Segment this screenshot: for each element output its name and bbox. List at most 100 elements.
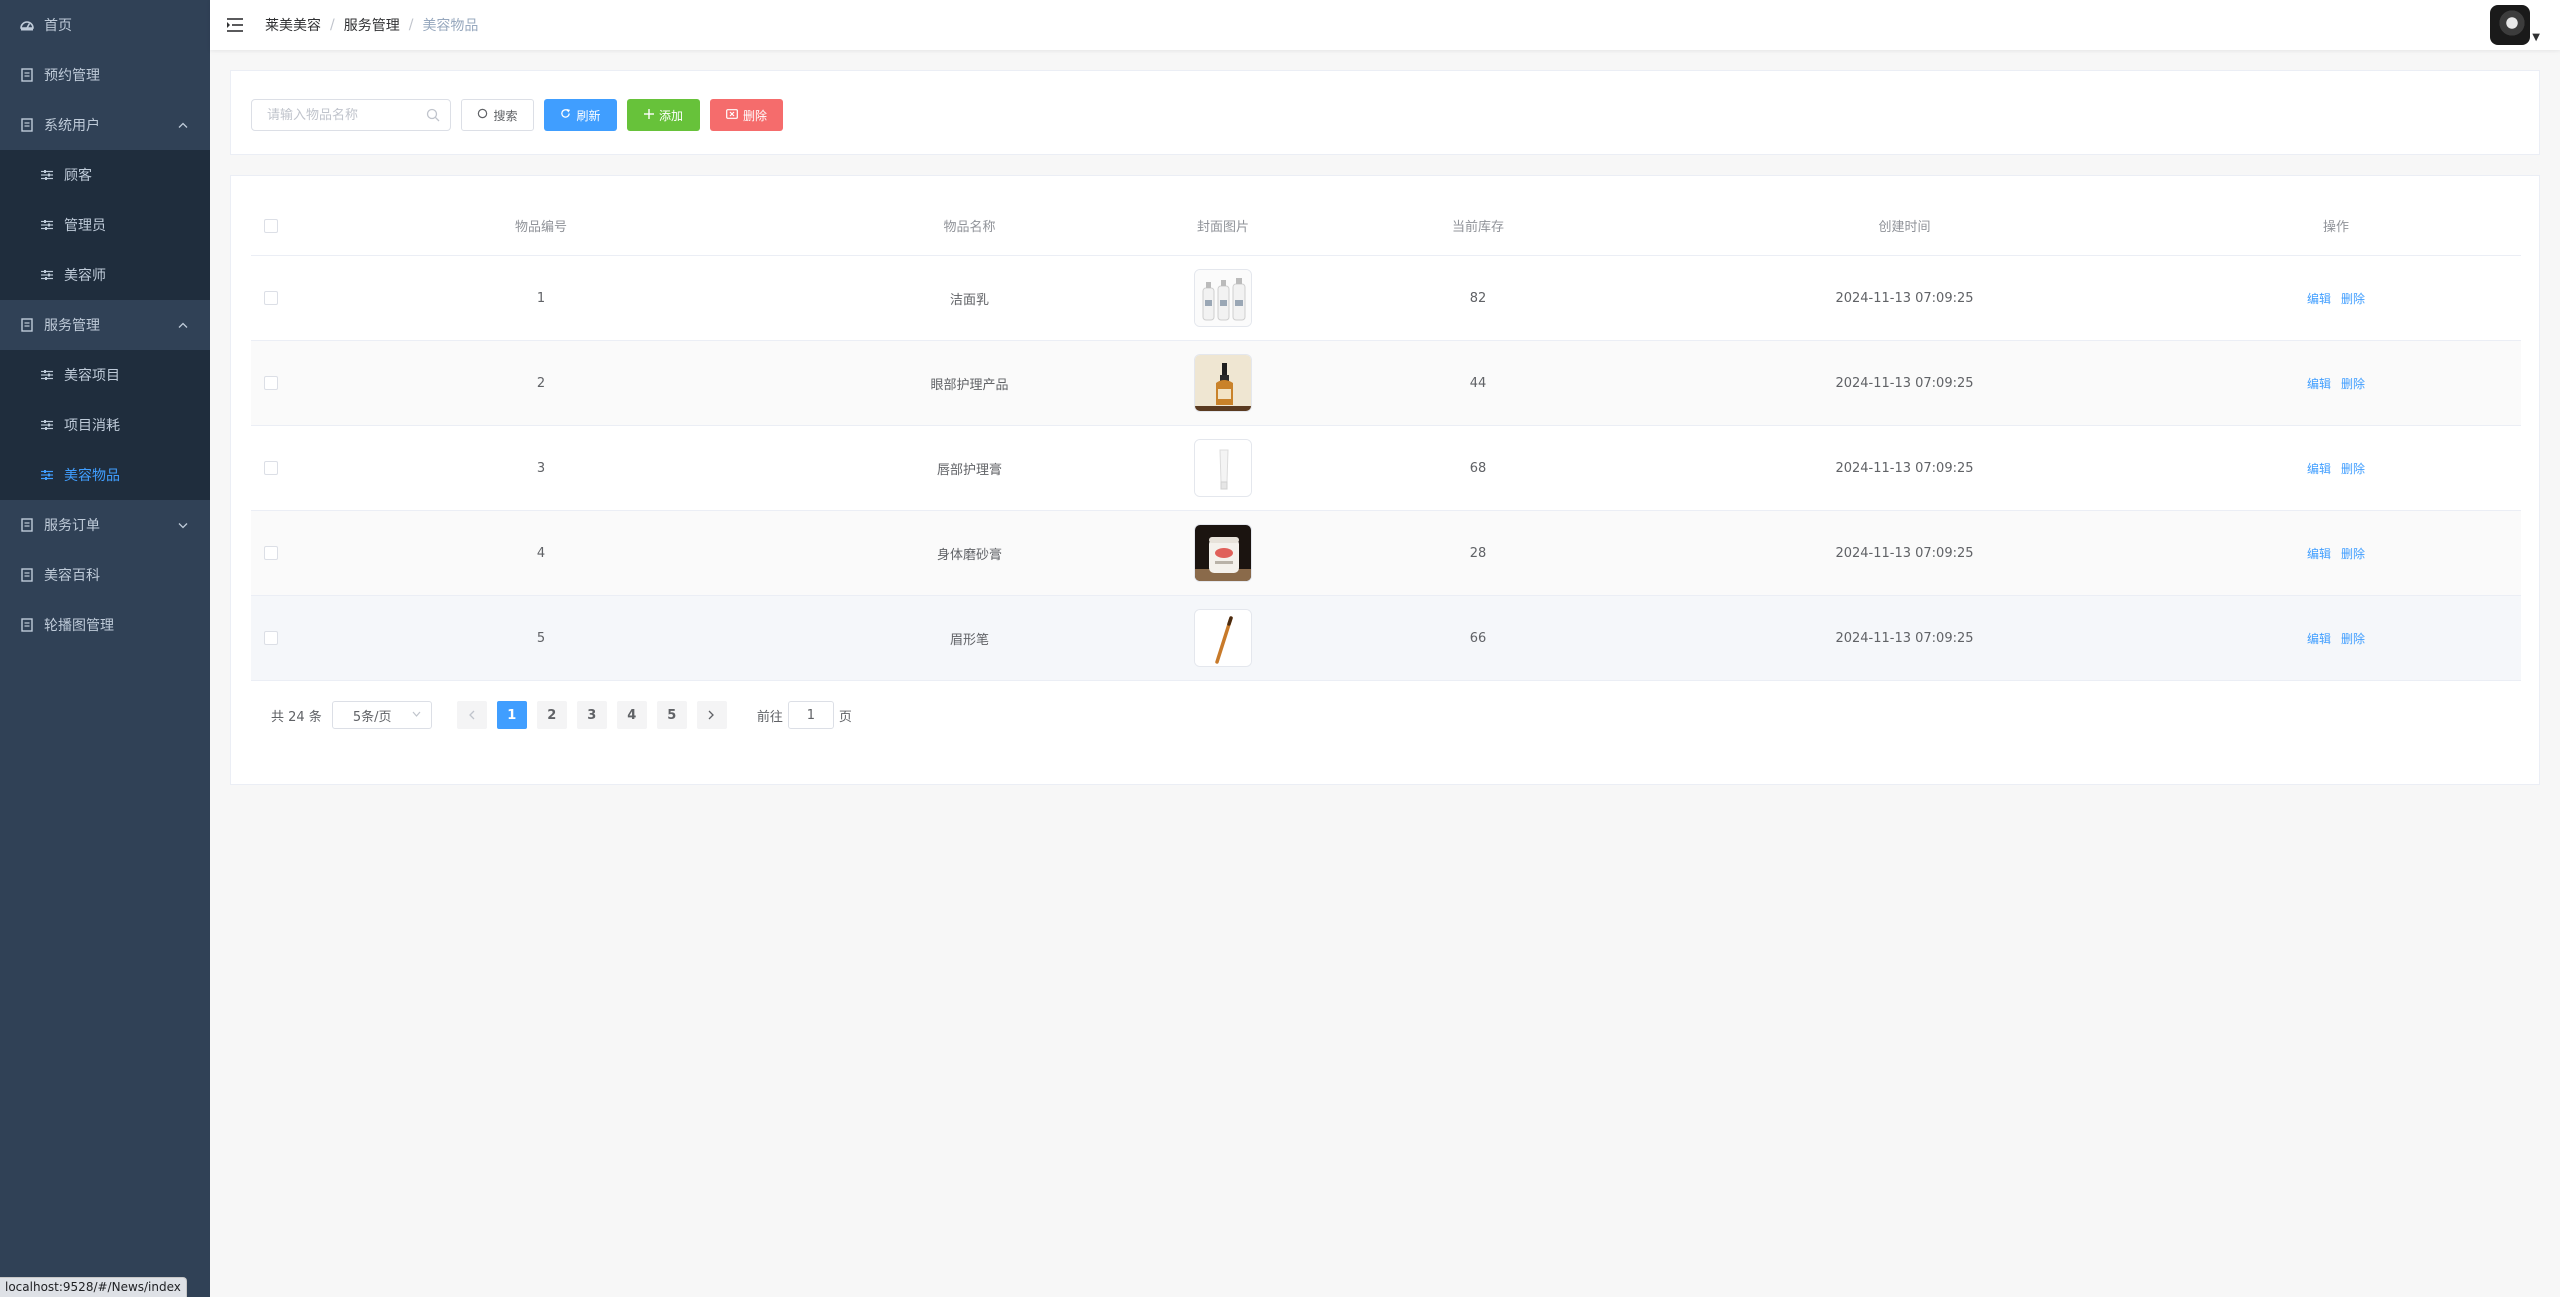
- row-checkbox[interactable]: [264, 546, 278, 560]
- sidebar-item-label: 美容项目: [64, 368, 120, 384]
- sidebar-item-system-users[interactable]: 系统用户: [0, 100, 210, 150]
- delete-button[interactable]: 删除: [2341, 290, 2365, 307]
- cover-image[interactable]: [1194, 269, 1252, 327]
- sidebar-item-label: 美容师: [64, 268, 106, 284]
- cell-created: 2024-11-13 07:09:25: [1835, 290, 1974, 306]
- edit-button[interactable]: 编辑: [2307, 630, 2331, 647]
- sidebar-item-carousel[interactable]: 轮播图管理: [0, 600, 210, 650]
- cell-name: 眼部护理产品: [930, 377, 1009, 393]
- select-all-checkbox[interactable]: [264, 218, 278, 233]
- delete-button[interactable]: 删除: [2341, 375, 2365, 392]
- main-content: 莱美美容 / 服务管理 / 美容物品 ▼ 搜索: [210, 0, 2560, 1297]
- row-checkbox-cell: [251, 596, 291, 680]
- cell-image: [1148, 256, 1298, 340]
- next-page-button[interactable]: [696, 701, 727, 729]
- submenu-service-management: 美容项目 项目消耗 美容物品: [0, 350, 210, 500]
- sidebar-item-label: 项目消耗: [64, 418, 120, 434]
- cover-image[interactable]: [1194, 354, 1252, 412]
- table-row: 3 唇部护理膏 68 2024-11-13 07:09:25 编辑 删除: [251, 426, 2521, 511]
- edit-button[interactable]: 编辑: [2307, 375, 2331, 392]
- page-button-5[interactable]: 5: [656, 701, 687, 729]
- breadcrumb-item[interactable]: 服务管理: [344, 15, 400, 35]
- edit-button[interactable]: 编辑: [2307, 460, 2331, 477]
- sidebar-item-beauticians[interactable]: 美容师: [0, 250, 210, 300]
- row-checkbox[interactable]: [264, 461, 278, 475]
- sidebar-item-service-orders[interactable]: 服务订单: [0, 500, 210, 550]
- cell-created: 2024-11-13 07:09:25: [1835, 375, 1974, 391]
- table-card: 物品编号 物品名称 封面图片 当前库存 创建时间 操作 1 洁面乳 82 202…: [230, 175, 2540, 785]
- search-field[interactable]: [251, 99, 451, 131]
- goods-table: 物品编号 物品名称 封面图片 当前库存 创建时间 操作 1 洁面乳 82 202…: [251, 196, 2521, 681]
- cell-stock: 28: [1469, 545, 1487, 561]
- chevron-down-icon: [412, 709, 421, 720]
- sidebar-item-beauty-goods[interactable]: 美容物品: [0, 450, 210, 500]
- table-row: 5 眉形笔 66 2024-11-13 07:09:25 编辑 删除: [251, 596, 2521, 681]
- user-menu[interactable]: ▼: [2490, 5, 2540, 45]
- search-icon: [426, 108, 440, 126]
- cell-id: 1: [536, 290, 546, 306]
- sliders-icon: [40, 418, 54, 432]
- cell-actions: 编辑 删除: [2151, 511, 2521, 595]
- navbar: 莱美美容 / 服务管理 / 美容物品 ▼: [210, 0, 2560, 50]
- avatar[interactable]: [2490, 5, 2531, 45]
- dashboard-icon: [20, 18, 34, 32]
- delete-button[interactable]: 删除: [2341, 545, 2365, 562]
- submenu-system-users: 顾客 管理员 美容师: [0, 150, 210, 300]
- cell-name: 洁面乳: [949, 292, 989, 308]
- search-button[interactable]: 搜索: [461, 99, 534, 131]
- cell-id: 4: [536, 545, 546, 561]
- sidebar-item-appointments[interactable]: 预约管理: [0, 50, 210, 100]
- page-size-select[interactable]: 5条/页: [331, 701, 432, 729]
- browser-status-bar: localhost:9528/#/News/index: [0, 1277, 187, 1297]
- goto-suffix: 页: [838, 709, 852, 725]
- search-input[interactable]: [267, 107, 427, 123]
- row-checkbox[interactable]: [264, 376, 278, 390]
- goto-prefix: 前往: [756, 709, 783, 725]
- delete-icon: [726, 108, 738, 122]
- refresh-button[interactable]: 刷新: [544, 99, 617, 131]
- sidebar-item-customers[interactable]: 顾客: [0, 150, 210, 200]
- breadcrumb: 莱美美容 / 服务管理 / 美容物品: [265, 15, 478, 35]
- sidebar-item-beauty-wiki[interactable]: 美容百科: [0, 550, 210, 600]
- sidebar-item-label: 顾客: [64, 168, 92, 184]
- column-header-created: 创建时间: [1878, 220, 1931, 235]
- row-checkbox[interactable]: [264, 291, 278, 305]
- cell-id: 5: [536, 630, 546, 646]
- cover-image[interactable]: [1194, 609, 1252, 667]
- sidebar-item-service-management[interactable]: 服务管理: [0, 300, 210, 350]
- sidebar-item-home[interactable]: 首页: [0, 0, 210, 50]
- sidebar-item-label: 首页: [44, 18, 72, 34]
- batch-delete-button[interactable]: 删除: [710, 99, 783, 131]
- goto-page-input[interactable]: [787, 701, 834, 729]
- cell-stock: 44: [1469, 375, 1487, 391]
- delete-button[interactable]: 删除: [2341, 630, 2365, 647]
- sidebar-item-label: 管理员: [64, 218, 106, 234]
- cover-image[interactable]: [1194, 439, 1252, 497]
- cell-created: 2024-11-13 07:09:25: [1835, 460, 1974, 476]
- sidebar-item-admins[interactable]: 管理员: [0, 200, 210, 250]
- breadcrumb-separator: /: [330, 17, 335, 33]
- prev-page-button[interactable]: [456, 701, 487, 729]
- row-checkbox[interactable]: [264, 631, 278, 645]
- hamburger-icon[interactable]: [225, 15, 245, 35]
- sliders-icon: [40, 218, 54, 232]
- page-button-1[interactable]: 1: [496, 701, 527, 729]
- edit-button[interactable]: 编辑: [2307, 290, 2331, 307]
- document-icon: [20, 568, 34, 582]
- sidebar-item-project-consumption[interactable]: 项目消耗: [0, 400, 210, 450]
- chevron-up-icon: [178, 319, 188, 332]
- add-button[interactable]: 添加: [627, 99, 700, 131]
- page-button-2[interactable]: 2: [536, 701, 567, 729]
- cell-actions: 编辑 删除: [2151, 341, 2521, 425]
- sidebar-item-beauty-projects[interactable]: 美容项目: [0, 350, 210, 400]
- toolbar: 搜索 刷新 添加 删除: [231, 71, 2539, 159]
- edit-button[interactable]: 编辑: [2307, 545, 2331, 562]
- page-button-3[interactable]: 3: [576, 701, 607, 729]
- cell-stock: 68: [1469, 460, 1487, 476]
- cover-image[interactable]: [1194, 524, 1252, 582]
- pagination-total: 共 24 条: [271, 709, 322, 725]
- breadcrumb-item[interactable]: 莱美美容: [265, 15, 321, 35]
- cell-actions: 编辑 删除: [2151, 256, 2521, 340]
- delete-button[interactable]: 删除: [2341, 460, 2365, 477]
- page-button-4[interactable]: 4: [616, 701, 647, 729]
